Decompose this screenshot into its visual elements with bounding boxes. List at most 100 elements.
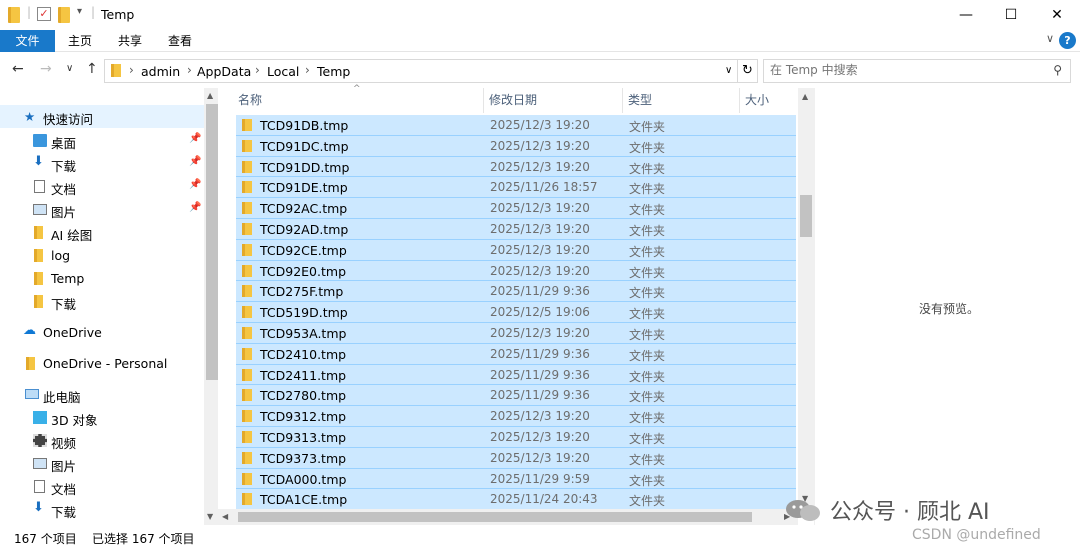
chevron-down-icon[interactable]: ∨ bbox=[1046, 32, 1054, 45]
nav-item-folder[interactable]: Temp bbox=[0, 267, 204, 290]
file-type: 文件夹 bbox=[629, 182, 666, 197]
nav-item-pictures[interactable]: 图片 📌 bbox=[0, 198, 204, 221]
scroll-up-icon[interactable]: ▲ bbox=[207, 91, 213, 100]
table-row[interactable]: TCDA1CE.tmp 2025/11/24 20:43 文件夹 bbox=[236, 489, 796, 511]
column-header-name[interactable]: 名称 bbox=[234, 88, 484, 113]
table-row[interactable]: TCD519D.tmp 2025/12/5 19:06 文件夹 bbox=[236, 302, 796, 323]
nav-item-videos[interactable]: 视频 bbox=[0, 429, 204, 452]
nav-scrollbar[interactable]: ▲ ▼ bbox=[204, 88, 218, 525]
file-modified-date: 2025/12/5 19:06 bbox=[490, 305, 590, 320]
nav-item-this-pc[interactable]: 此电脑 bbox=[0, 383, 204, 406]
quick-access-dropdown-icon[interactable]: ▾ bbox=[77, 6, 82, 17]
file-type: 文件夹 bbox=[629, 120, 666, 134]
file-modified-date: 2025/11/29 9:36 bbox=[490, 346, 590, 361]
nav-item-onedrive-personal[interactable]: OneDrive - Personal bbox=[0, 352, 204, 375]
file-type: 文件夹 bbox=[629, 140, 666, 155]
nav-item-label: 下载 bbox=[51, 505, 77, 520]
table-row[interactable]: TCD92AC.tmp 2025/12/3 19:20 文件夹 bbox=[236, 198, 796, 219]
table-row[interactable]: TCD9313.tmp 2025/12/3 19:20 文件夹 bbox=[236, 426, 796, 448]
nav-item-3d-objects[interactable]: 3D 对象 bbox=[0, 406, 204, 429]
table-row[interactable]: TCD2780.tmp 2025/11/29 9:36 文件夹 bbox=[236, 385, 796, 407]
nav-item-label: 视频 bbox=[51, 436, 77, 451]
breadcrumb-appdata[interactable]: AppData bbox=[197, 64, 251, 79]
nav-item-label: 文档 bbox=[51, 482, 77, 497]
table-row[interactable]: TCD2411.tmp 2025/11/29 9:36 文件夹 bbox=[236, 364, 796, 386]
table-row[interactable]: TCD953A.tmp 2025/12/3 19:20 文件夹 bbox=[236, 322, 796, 344]
table-row[interactable]: TCD91DC.tmp 2025/12/3 19:20 文件夹 bbox=[236, 135, 796, 157]
table-row[interactable]: TCD91DD.tmp 2025/12/3 19:20 文件夹 bbox=[236, 156, 796, 178]
table-row[interactable]: TCD9373.tmp 2025/12/3 19:20 文件夹 bbox=[236, 447, 796, 469]
tab-view[interactable]: 查看 bbox=[168, 30, 192, 52]
pin-icon[interactable]: 📌 bbox=[189, 156, 201, 167]
maximize-button[interactable]: ☐ bbox=[988, 0, 1034, 30]
close-button[interactable]: ✕ bbox=[1034, 0, 1080, 30]
recent-locations-icon[interactable]: ∨ bbox=[66, 63, 73, 74]
tab-home[interactable]: 主页 bbox=[68, 30, 92, 52]
file-modified-date: 2025/12/3 19:20 bbox=[490, 201, 590, 216]
minimize-button[interactable]: — bbox=[943, 0, 989, 30]
scroll-up-icon[interactable]: ▲ bbox=[802, 92, 808, 101]
nav-item-folder[interactable]: AI 绘图 bbox=[0, 221, 204, 244]
nav-item-label: 文档 bbox=[51, 182, 77, 197]
nav-item-documents[interactable]: 文档 📌 bbox=[0, 175, 204, 198]
file-name: TCD91DC.tmp bbox=[260, 138, 349, 154]
nav-item-folder[interactable]: log bbox=[0, 244, 204, 267]
nav-item-folder[interactable]: 下载 bbox=[0, 290, 204, 313]
table-row[interactable]: TCD91DE.tmp 2025/11/26 18:57 文件夹 bbox=[236, 177, 796, 199]
new-folder-icon[interactable] bbox=[58, 7, 70, 23]
column-header-type[interactable]: 类型 bbox=[624, 88, 740, 113]
search-icon[interactable]: ⚲ bbox=[1053, 63, 1062, 77]
nav-item-label: Temp bbox=[51, 271, 85, 286]
nav-scrollbar-thumb[interactable] bbox=[206, 104, 218, 380]
table-row[interactable]: TCDA000.tmp 2025/11/29 9:59 文件夹 bbox=[236, 468, 796, 490]
column-header-modified[interactable]: 修改日期 bbox=[485, 88, 623, 113]
pin-icon[interactable]: 📌 bbox=[189, 133, 201, 144]
nav-item-onedrive[interactable]: ☁ OneDrive bbox=[0, 321, 204, 344]
breadcrumb-local[interactable]: Local bbox=[267, 64, 299, 79]
file-type: 文件夹 bbox=[629, 452, 666, 467]
folder-icon bbox=[34, 272, 43, 285]
nav-item-documents[interactable]: 文档 bbox=[0, 475, 204, 498]
file-list-scrollbar-thumb[interactable] bbox=[800, 195, 812, 237]
pin-icon[interactable]: 📌 bbox=[189, 179, 201, 190]
file-list-hscroll-thumb[interactable] bbox=[238, 512, 752, 522]
navigation-bar: ← → ∨ ↑ › admin › AppData › Local › Temp… bbox=[0, 55, 1080, 85]
help-icon[interactable]: ? bbox=[1059, 32, 1076, 49]
search-box[interactable]: ⚲ bbox=[763, 59, 1071, 83]
breadcrumb-temp[interactable]: Temp bbox=[317, 64, 350, 79]
up-arrow-icon[interactable]: ↑ bbox=[86, 61, 98, 77]
file-type: 文件夹 bbox=[629, 286, 666, 301]
back-arrow-icon[interactable]: ← bbox=[12, 61, 24, 77]
table-row[interactable]: TCD92AD.tmp 2025/12/3 19:20 文件夹 bbox=[236, 218, 796, 240]
table-row[interactable]: TCD275F.tmp 2025/11/29 9:36 文件夹 bbox=[236, 281, 796, 303]
nav-item-quick-access[interactable]: ★ 快速访问 bbox=[0, 105, 204, 128]
file-list-vertical-scrollbar[interactable]: ▲ ▼ bbox=[798, 88, 814, 508]
tab-share[interactable]: 共享 bbox=[118, 30, 142, 52]
file-list-horizontal-scrollbar[interactable]: ◀ ▶ bbox=[218, 509, 798, 525]
separator: | bbox=[91, 5, 96, 19]
table-row[interactable]: TCD9312.tmp 2025/12/3 19:20 文件夹 bbox=[236, 406, 796, 427]
nav-item-pictures[interactable]: 图片 bbox=[0, 452, 204, 475]
column-headers: ^ 名称 修改日期 类型 大小 bbox=[218, 84, 798, 113]
address-bar[interactable]: › admin › AppData › Local › Temp ∨ bbox=[104, 59, 738, 83]
tab-file[interactable]: 文件 bbox=[0, 30, 55, 52]
nav-item-desktop[interactable]: 桌面 📌 bbox=[0, 129, 204, 152]
search-input[interactable] bbox=[770, 63, 1040, 77]
nav-item-downloads[interactable]: ⬇ 下载 bbox=[0, 498, 204, 521]
nav-item-downloads[interactable]: ⬇ 下载 📌 bbox=[0, 152, 204, 175]
properties-icon[interactable]: ✓ bbox=[37, 7, 51, 21]
scroll-left-icon[interactable]: ◀ bbox=[222, 512, 228, 521]
file-name: TCD92AD.tmp bbox=[260, 221, 349, 237]
table-row[interactable]: TCD2410.tmp 2025/11/29 9:36 文件夹 bbox=[236, 343, 796, 365]
breadcrumb-admin[interactable]: admin bbox=[141, 64, 180, 79]
pin-icon[interactable]: 📌 bbox=[189, 202, 201, 213]
address-dropdown-icon[interactable]: ∨ bbox=[725, 65, 732, 76]
column-header-size[interactable]: 大小 bbox=[741, 88, 798, 113]
table-row[interactable]: TCD92CE.tmp 2025/12/3 19:20 文件夹 bbox=[236, 239, 796, 261]
table-row[interactable]: TCD91DB.tmp 2025/12/3 19:20 文件夹 bbox=[236, 115, 796, 136]
scroll-down-icon[interactable]: ▼ bbox=[207, 512, 213, 521]
forward-arrow-icon[interactable]: → bbox=[40, 61, 52, 77]
watermark-title: 公众号 · 顾北 AI bbox=[830, 500, 990, 525]
table-row[interactable]: TCD92E0.tmp 2025/12/3 19:20 文件夹 bbox=[236, 260, 796, 282]
refresh-icon[interactable]: ↻ bbox=[738, 59, 758, 83]
